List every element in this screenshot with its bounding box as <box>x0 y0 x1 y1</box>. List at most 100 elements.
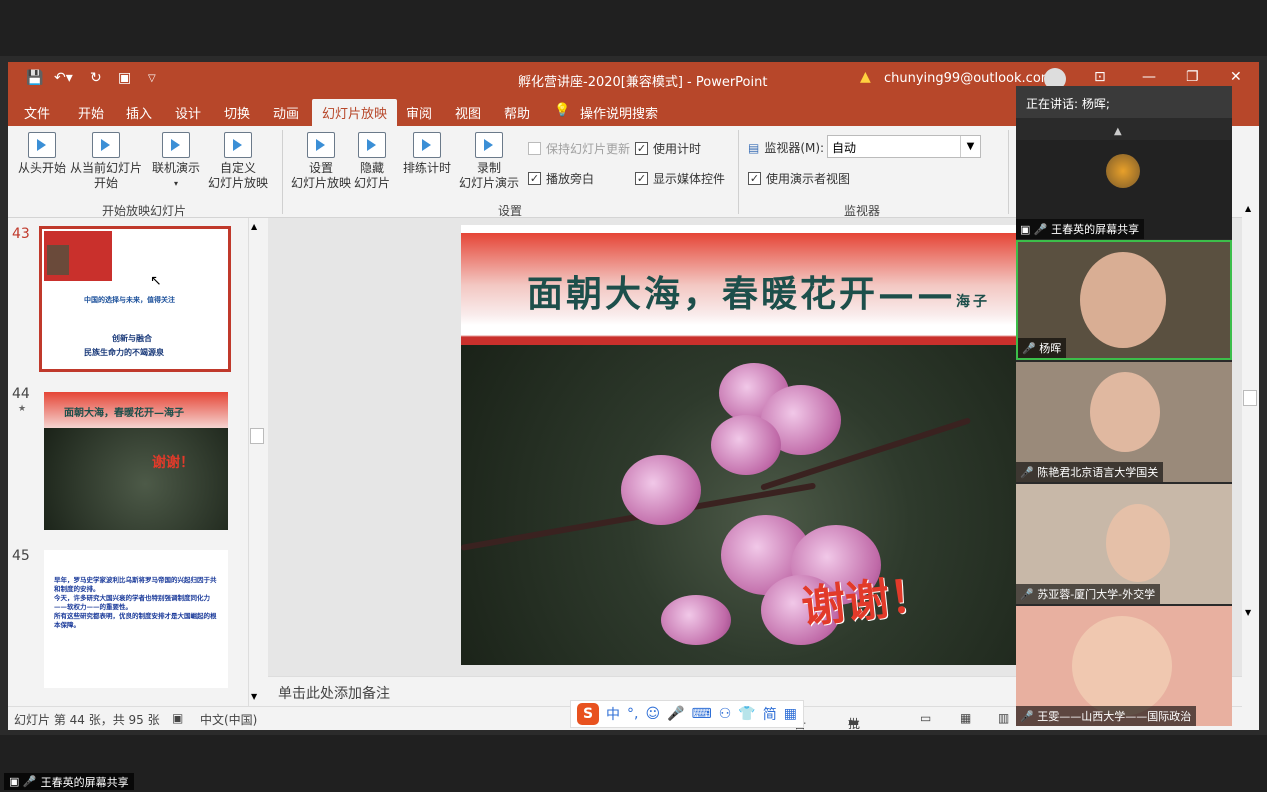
current-slide[interactable]: 面朝大海，春暖花开——海子 谢谢！ <box>461 225 1021 665</box>
record-slideshow-button[interactable]: 录制 幻灯片演示 <box>454 132 524 191</box>
blossom <box>661 595 731 645</box>
tab-animations[interactable]: 动画 <box>273 103 299 122</box>
tab-home[interactable]: 开始 <box>78 103 104 122</box>
close-icon[interactable]: ✕ <box>1230 69 1242 85</box>
thumb-banner-text: 面朝大海，春暖花开—海子 <box>64 408 184 419</box>
ime-punct[interactable]: °, <box>627 706 638 722</box>
ribbon-display-icon[interactable]: ⊡ <box>1094 69 1106 85</box>
avatar <box>1106 154 1140 188</box>
screen-share-tile[interactable]: ▣ 🎤 王春英的屏幕共享 <box>1016 140 1232 239</box>
monitor-select[interactable]: 自动 ▼ <box>827 135 981 158</box>
minimize-icon[interactable]: — <box>1142 69 1156 85</box>
banner-author: 海子 <box>956 294 991 310</box>
emoji-icon[interactable]: ☺ <box>645 706 660 722</box>
use-timings-checkbox[interactable]: ✓ 使用计时 <box>635 140 701 157</box>
presenter-view-checkbox[interactable]: ✓ 使用演示者视图 <box>748 170 850 187</box>
use-timings-label: 使用计时 <box>653 142 702 156</box>
video-tile-2[interactable]: 🎤 陈艳君北京语言大学国关 <box>1016 362 1232 482</box>
screen-share-label: ▣ 🎤 王春英的屏幕共享 <box>1016 219 1145 239</box>
online-label: 联机演示 <box>151 161 200 175</box>
skin-icon[interactable]: 👕 <box>738 706 755 722</box>
online-present-button[interactable]: 联机演示 ▾ <box>149 132 203 191</box>
undo-icon[interactable]: ↶▾ <box>54 70 73 86</box>
setup-slideshow-button[interactable]: 设置 幻灯片放映 <box>290 132 352 191</box>
slide-image <box>44 231 112 281</box>
rehearse-timings-button[interactable]: 排练计时 <box>398 132 456 176</box>
hide-label-2: 幻灯片 <box>353 176 390 190</box>
keep-updated-label: 保持幻灯片更新 <box>546 142 631 156</box>
scroll-thumb[interactable] <box>1243 390 1257 406</box>
present-icon[interactable]: ▣ <box>118 70 131 86</box>
speaking-indicator: 正在讲话: 杨晖; <box>1016 86 1232 118</box>
hide-slide-button[interactable]: 隐藏 幻灯片 <box>352 132 392 191</box>
scroll-down-icon[interactable]: ▼ <box>1245 608 1251 617</box>
normal-view-icon[interactable]: ▭ <box>920 711 931 725</box>
tab-view[interactable]: 视图 <box>455 103 481 122</box>
portrait-image <box>47 245 69 275</box>
tab-insert[interactable]: 插入 <box>126 103 152 122</box>
video-tile-4[interactable]: 🎤 王雯——山西大学——国际政治 <box>1016 606 1232 726</box>
customize-qat-icon[interactable]: ▽ <box>148 73 156 84</box>
thumbnail-pane: 43 中国的选择与未来，值得关注 创新与融合 民族生命力的不竭源泉 ↖ 44 ★… <box>8 218 266 706</box>
share-icon: ▣ 🎤 <box>1020 223 1048 236</box>
grid-icon[interactable]: ▦ <box>784 706 797 722</box>
mic-icon[interactable]: 🎤 <box>667 706 684 722</box>
mic-muted-icon: 🎤 <box>1020 710 1034 723</box>
ime-simp[interactable]: 简 <box>763 704 777 724</box>
ime-mode[interactable]: 中 <box>606 704 620 724</box>
scroll-thumb[interactable] <box>250 428 264 444</box>
participant-label: 🎤 陈艳君北京语言大学国关 <box>1016 462 1164 482</box>
thumbnail-slide-44[interactable]: 面朝大海，春暖花开—海子 谢谢！ <box>44 392 228 530</box>
monitor-icon: ▤ <box>748 140 760 155</box>
banner-text: 面朝大海，春暖花开——海子 <box>527 265 990 317</box>
thumbnail-slide-43[interactable]: 中国的选择与未来，值得关注 创新与融合 民族生命力的不竭源泉 ↖ <box>39 226 231 372</box>
tab-transitions[interactable]: 切换 <box>224 103 250 122</box>
right-scrollbar[interactable]: ▲ ▼ <box>1242 200 1259 727</box>
reading-view-icon[interactable]: ▥ <box>998 711 1009 725</box>
tab-design[interactable]: 设计 <box>175 103 201 122</box>
save-icon[interactable]: 💾 <box>26 70 43 86</box>
tab-help[interactable]: 帮助 <box>504 103 530 122</box>
users-icon[interactable]: ⚇ <box>719 706 732 722</box>
keep-updated-checkbox[interactable]: 保持幻灯片更新 <box>528 140 630 157</box>
use-timings-box: ✓ <box>635 142 648 155</box>
tell-me-search[interactable]: 操作说明搜索 <box>580 103 658 122</box>
thanks-text: 谢谢！ <box>799 569 936 634</box>
comments-label: 批注 <box>848 717 861 730</box>
mic-muted-icon: 🎤 <box>1020 466 1034 479</box>
video-tile-3[interactable]: 🎤 苏亚蓉-厦门大学-外交学 <box>1016 484 1232 604</box>
video-tile-1[interactable]: 🎤 杨晖 <box>1016 240 1232 360</box>
custom-show-button[interactable]: 自定义 幻灯片放映 <box>203 132 273 191</box>
redo-icon[interactable]: ↻ <box>90 70 102 86</box>
thumbnail-scrollbar[interactable]: ▲ ▼ <box>248 218 265 706</box>
show-media-checkbox[interactable]: ✓ 显示媒体控件 <box>635 170 725 187</box>
play-narration-label: 播放旁白 <box>546 172 595 186</box>
from-beginning-button[interactable]: 从头开始 <box>16 132 68 176</box>
scroll-up-icon[interactable]: ▲ <box>1245 204 1251 213</box>
tab-review[interactable]: 审阅 <box>406 103 432 122</box>
mic-muted-icon: 🎤 <box>1020 588 1034 601</box>
from-current-button[interactable]: 从当前幻灯片 开始 <box>68 132 144 191</box>
tab-file[interactable]: 文件 <box>24 103 50 122</box>
play-narration-checkbox[interactable]: ✓ 播放旁白 <box>528 170 594 187</box>
panel-up-icon[interactable]: ▲ <box>1114 126 1122 137</box>
play-from-current-icon <box>92 132 120 158</box>
thumb-line2: 民族生命力的不竭源泉 <box>84 348 164 357</box>
spellcheck-icon[interactable]: ▣ <box>172 711 183 725</box>
participant-label: 🎤 王雯——山西大学——国际政治 <box>1016 706 1197 726</box>
scroll-up-icon[interactable]: ▲ <box>251 222 257 231</box>
tab-slideshow[interactable]: 幻灯片放映 <box>312 99 398 128</box>
globe-icon <box>162 132 190 158</box>
account-name[interactable]: chunying99@outlook.com <box>884 71 1053 86</box>
restore-icon[interactable]: ❐ <box>1186 69 1199 85</box>
participant-name: 王雯——山西大学——国际政治 <box>1037 710 1192 723</box>
slide-sorter-icon[interactable]: ▦ <box>960 711 971 725</box>
scroll-down-icon[interactable]: ▼ <box>251 692 257 701</box>
keyboard-icon[interactable]: ⌨ <box>692 706 712 722</box>
thumbnail-slide-45[interactable]: 早年，罗马史学家波利比乌斯将罗马帝国的兴起归因于共和制度的安排。 今天，许多研究… <box>44 550 228 688</box>
ime-toolbar[interactable]: S 中 °, ☺ 🎤 ⌨ ⚇ 👕 简 ▦ <box>570 700 804 728</box>
record-label-2: 幻灯片演示 <box>458 176 519 190</box>
language-indicator[interactable]: 中文(中国) <box>200 711 257 728</box>
stopwatch-icon <box>413 132 441 158</box>
cursor-icon: ↖ <box>150 273 162 289</box>
